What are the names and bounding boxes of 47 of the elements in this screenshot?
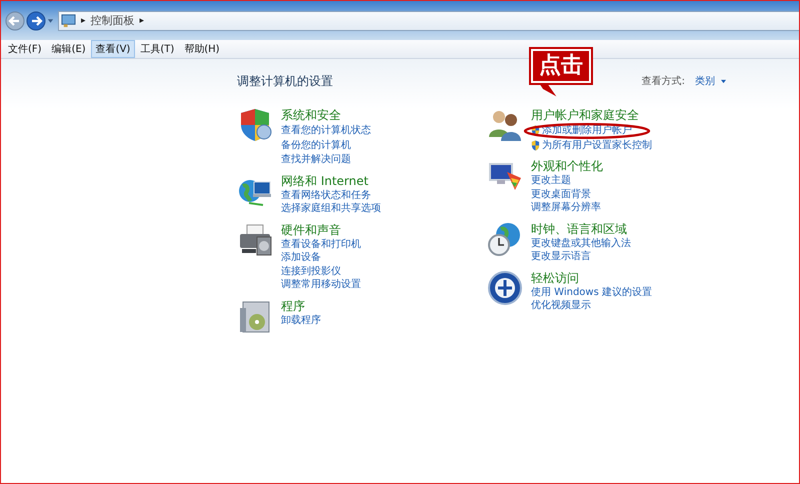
breadcrumb-arrow[interactable]: ▸: [140, 16, 144, 26]
category-title[interactable]: 时钟、语言和区域: [531, 220, 631, 236]
task-link[interactable]: 更改桌面背景: [531, 188, 591, 201]
breadcrumb-arrow[interactable]: ▸: [81, 16, 86, 26]
menu-item[interactable]: 文件(F): [3, 40, 47, 58]
task-link[interactable]: 查找并解决问题: [281, 153, 351, 166]
breadcrumb-item[interactable]: 控制面板: [90, 13, 135, 28]
category-title[interactable]: 网络和 Internet: [281, 172, 381, 188]
task-link[interactable]: 优化视频显示: [531, 299, 591, 312]
task-link[interactable]: 更改主题: [531, 174, 571, 188]
task-link[interactable]: 添加设备: [281, 251, 321, 264]
printer-icon[interactable]: [237, 222, 273, 258]
globe-clock-icon[interactable]: [487, 220, 523, 256]
address-bar[interactable]: ▸ 控制面板 ▸: [58, 10, 799, 30]
task-link[interactable]: 查看设备和打印机: [281, 238, 361, 251]
task-link[interactable]: 调整屏幕分辨率: [531, 201, 601, 214]
control-panel-icon: [61, 13, 76, 28]
menu-item[interactable]: 查看(V): [90, 40, 136, 58]
forward-button[interactable]: [26, 10, 46, 30]
history-dropdown-icon[interactable]: [47, 18, 54, 24]
category-title[interactable]: 用户帐户和家庭安全: [531, 107, 652, 123]
menu-item[interactable]: 编辑(E): [46, 40, 91, 58]
accessibility-icon[interactable]: [487, 270, 523, 306]
view-by-label: 查看方式:: [642, 74, 685, 88]
task-link[interactable]: 查看网络状态和任务: [281, 188, 371, 202]
view-by-dropdown[interactable]: 类别: [695, 74, 727, 88]
task-link[interactable]: 卸载程序: [281, 314, 321, 327]
task-link[interactable]: 选择家庭组和共享选项: [281, 202, 381, 216]
annotation-text: 点击: [531, 49, 591, 83]
category-title[interactable]: 轻松访问: [531, 270, 652, 286]
category-title[interactable]: 外观和个性化: [531, 158, 603, 174]
category-title[interactable]: 系统和安全: [281, 107, 371, 123]
task-link[interactable]: 查看您的计算机状态: [281, 124, 371, 138]
task-link[interactable]: 备份您的计算机: [281, 138, 351, 152]
task-link[interactable]: 调整常用移动设置: [281, 278, 361, 292]
category-title[interactable]: 程序: [281, 298, 321, 314]
task-link[interactable]: 更改键盘或其他输入法: [531, 236, 631, 250]
menu-item[interactable]: 工具(T): [135, 40, 180, 58]
task-link[interactable]: 为所有用户设置家长控制: [542, 138, 652, 152]
category-title[interactable]: 硬件和声音: [281, 222, 361, 238]
page-heading: 调整计算机的设置: [237, 72, 333, 90]
menu-item[interactable]: 帮助(H): [179, 40, 225, 58]
task-link[interactable]: 连接到投影仪: [281, 264, 341, 278]
task-link[interactable]: 使用 Windows 建议的设置: [531, 286, 652, 299]
dropdown-arrow-icon[interactable]: [720, 78, 727, 84]
task-link[interactable]: 更改显示语言: [531, 250, 591, 264]
back-button[interactable]: [5, 10, 25, 30]
